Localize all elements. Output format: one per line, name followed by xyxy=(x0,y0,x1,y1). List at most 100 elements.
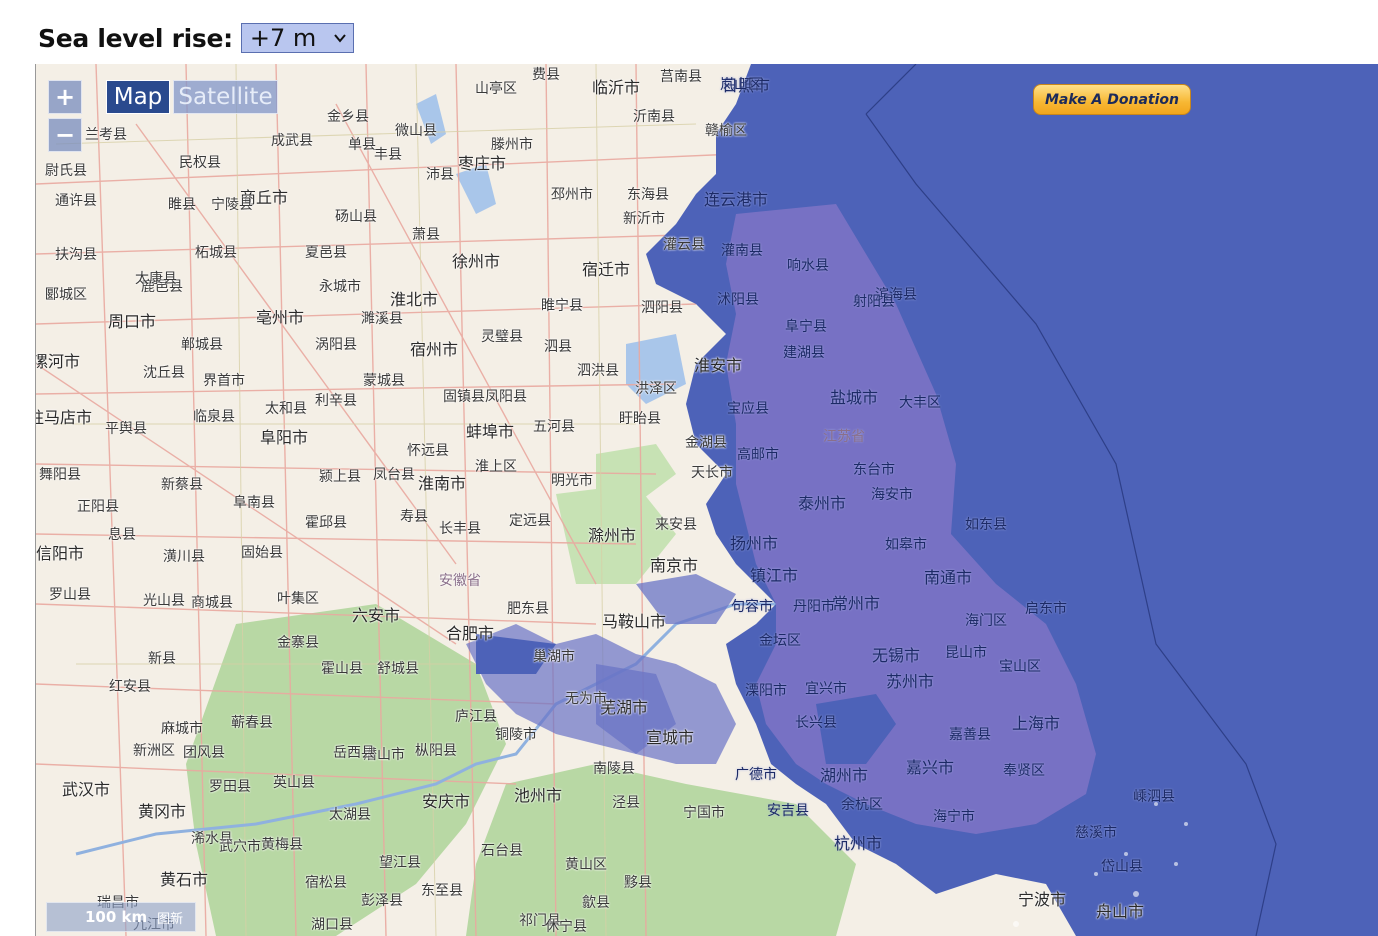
map-view[interactable]: + − Map Satellite Make A Donation 日照市 临沂市… xyxy=(35,64,1378,936)
place-label: 武汉市 xyxy=(61,780,111,799)
place-label: 郸城县 xyxy=(181,337,223,353)
place-label: 大丰区 xyxy=(899,395,941,411)
place-label: 海宁市 xyxy=(933,809,975,825)
place-label: 连云港市 xyxy=(703,190,769,209)
place-label: 镇江市 xyxy=(749,566,799,585)
place-label: 江苏省 xyxy=(823,429,865,445)
place-label: 巢湖市 xyxy=(533,649,575,665)
sea-level-label: Sea level rise: xyxy=(38,23,233,53)
place-label: 句容市 xyxy=(731,599,773,615)
place-label: 杭州市 xyxy=(833,834,883,853)
place-label: 柘城县 xyxy=(195,245,237,261)
place-label: 费县 xyxy=(532,67,560,83)
place-label: 商城县 xyxy=(191,595,233,611)
place-label: 黄石市 xyxy=(159,870,209,889)
zoom-in-button[interactable]: + xyxy=(48,80,82,114)
place-label: 临沂市 xyxy=(591,78,641,97)
place-label: 兰考县 xyxy=(85,127,127,143)
place-label: 定远县 xyxy=(509,513,551,529)
place-label: 萧县 xyxy=(412,227,440,243)
place-label: 长丰县 xyxy=(439,521,481,537)
place-label: 响水县 xyxy=(787,258,829,274)
scale-bar: 100 km 图新 xyxy=(46,902,196,932)
map-type-map-button[interactable]: Map xyxy=(106,80,170,114)
place-label: 宿松县 xyxy=(305,875,347,891)
place-label: 休宁县 xyxy=(545,919,587,935)
map-type-satellite-button[interactable]: Satellite xyxy=(173,80,278,114)
sea-level-select-value: +7 m xyxy=(249,24,317,52)
place-label: 怀远县 xyxy=(407,443,449,459)
place-label: 滁州市 xyxy=(587,526,637,545)
place-label: 歙县 xyxy=(582,895,610,911)
place-label: 濉溪县 xyxy=(361,311,403,327)
place-label: 泾县 xyxy=(612,795,640,811)
sea-level-select[interactable]: +7 m xyxy=(240,23,354,53)
place-label: 灌云县 xyxy=(663,237,705,253)
place-label: 黄冈市 xyxy=(137,802,187,821)
map-attribution: 图新 xyxy=(157,911,184,927)
place-label: 昆山市 xyxy=(945,645,987,661)
place-label: 阜南县 xyxy=(233,495,275,511)
place-label: 嘉兴市 xyxy=(905,758,955,777)
place-label: 民权县 xyxy=(179,155,221,171)
place-label: 泰州市 xyxy=(797,494,847,513)
place-label: 单县 xyxy=(348,137,376,153)
place-label: 明光市 xyxy=(551,473,593,489)
place-label: 舟山市 xyxy=(1095,902,1145,921)
place-label: 建湖县 xyxy=(783,345,825,361)
place-label: 夏邑县 xyxy=(305,245,347,261)
place-label: 罗田县 xyxy=(209,779,251,795)
place-label: 霍山县 xyxy=(321,661,363,677)
donate-button[interactable]: Make A Donation xyxy=(1033,84,1191,115)
place-label: 无为市 xyxy=(565,691,607,707)
place-label: 马鞍山市 xyxy=(601,612,667,631)
place-label: 宝山区 xyxy=(999,659,1041,675)
place-label: 金坛区 xyxy=(759,633,801,649)
place-label: 英山县 xyxy=(273,775,315,791)
place-label: 岳西县 xyxy=(333,745,375,761)
place-label: 潢川县 xyxy=(163,549,205,565)
place-label: 固镇县 xyxy=(443,389,485,405)
place-label: 扶沟县 xyxy=(55,247,97,263)
place-label: 望江县 xyxy=(379,855,421,871)
place-label: 无锡市 xyxy=(871,646,921,665)
place-label: 麻城市 xyxy=(161,721,203,737)
place-label: 高邮市 xyxy=(737,447,779,463)
place-label: 光山县 xyxy=(143,593,185,609)
place-label: 宿迁市 xyxy=(581,260,631,279)
place-label: 丹阳市 xyxy=(793,599,835,615)
place-label: 启东市 xyxy=(1025,601,1067,617)
place-label: 涡阳县 xyxy=(315,337,357,353)
place-label: 宁陵县 xyxy=(211,197,253,213)
place-label: 岱山县 xyxy=(1101,859,1143,875)
place-label: 平舆县 xyxy=(105,421,147,437)
place-label: 太湖县 xyxy=(329,807,371,823)
sea-level-control: Sea level rise: +7 m xyxy=(38,20,354,56)
place-label: 南京市 xyxy=(649,556,699,575)
place-label: 淮南市 xyxy=(417,474,467,493)
place-label: 天长市 xyxy=(691,465,733,481)
place-label: 微山县 xyxy=(395,123,437,139)
place-label: 金寨县 xyxy=(277,635,319,651)
place-label: 安徽省 xyxy=(439,573,481,589)
place-label: 盱眙县 xyxy=(619,411,661,427)
place-label: 武穴市 xyxy=(219,839,261,855)
place-label: 徐州市 xyxy=(451,252,501,271)
place-label: 太康县 xyxy=(135,271,177,287)
place-label: 舒城县 xyxy=(377,661,419,677)
place-label: 罗山县 xyxy=(49,587,91,603)
place-label: 沂南县 xyxy=(633,109,675,125)
place-label: 阜宁县 xyxy=(785,319,827,335)
place-label: 通许县 xyxy=(55,193,97,209)
place-label: 海安市 xyxy=(871,487,913,503)
place-label: 泗县 xyxy=(544,339,572,355)
place-label: 黄梅县 xyxy=(261,837,303,853)
place-label: 新县 xyxy=(148,651,176,667)
place-label: 盐城市 xyxy=(829,388,879,407)
place-label: 溧阳市 xyxy=(745,683,787,699)
place-label: 固始县 xyxy=(241,545,283,561)
place-label: 如东县 xyxy=(965,517,1007,533)
place-label: 莒南县 xyxy=(660,69,702,85)
place-label: 沭阳县 xyxy=(717,292,759,308)
zoom-out-button[interactable]: − xyxy=(48,118,82,152)
